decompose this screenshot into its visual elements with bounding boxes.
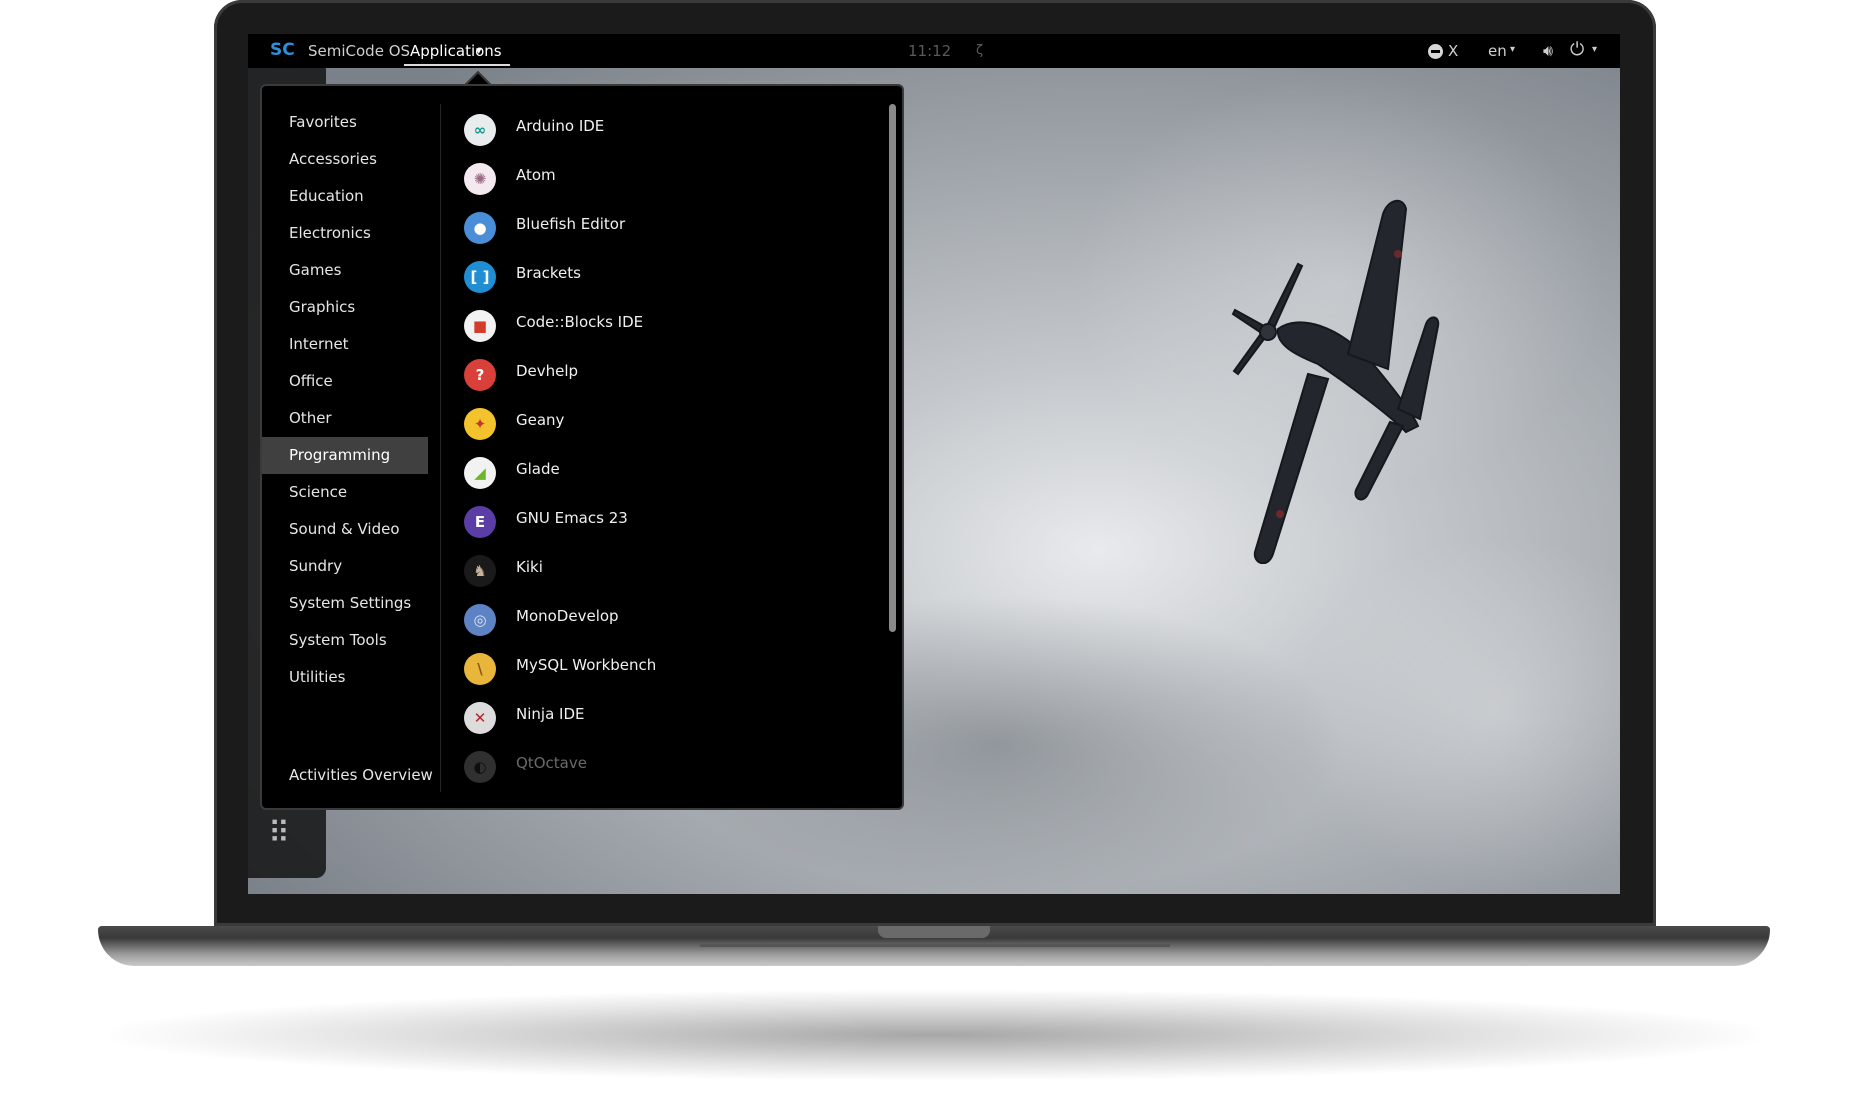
category-office[interactable]: Office <box>262 363 428 400</box>
devhelp-icon: ? <box>464 359 496 391</box>
activities-overview-button[interactable]: Activities Overview <box>289 766 433 784</box>
app-item-devhelp[interactable]: ? Devhelp <box>458 353 868 402</box>
os-name-label: SemiCode OS <box>308 42 411 60</box>
do-not-disturb-icon[interactable] <box>1428 44 1443 59</box>
codeblocks-icon: ■ <box>464 310 496 342</box>
menu-divider <box>440 104 441 792</box>
category-list: Favorites Accessories Education Electronics… <box>262 104 428 696</box>
app-label: Geany <box>516 411 565 429</box>
applications-menu: Favorites Accessories Education Electronics… <box>260 84 904 810</box>
airplane-wallpaper-image <box>1231 199 1440 564</box>
category-favorites[interactable]: Favorites <box>262 104 428 141</box>
chevron-down-icon: ▾ <box>476 44 482 57</box>
keyboard-language-indicator[interactable]: en <box>1488 42 1507 60</box>
atom-icon: ✺ <box>464 163 496 195</box>
app-item-ninja-ide[interactable]: ✕ Ninja IDE <box>458 696 868 745</box>
app-item-glade[interactable]: ◢ Glade <box>458 451 868 500</box>
category-internet[interactable]: Internet <box>262 326 428 363</box>
app-item-bluefish-editor[interactable]: ● Bluefish Editor <box>458 206 868 255</box>
category-accessories[interactable]: Accessories <box>262 141 428 178</box>
category-education[interactable]: Education <box>262 178 428 215</box>
app-label: Devhelp <box>516 362 579 380</box>
bluefish-icon: ● <box>464 212 496 244</box>
brackets-icon: [ ] <box>464 261 496 293</box>
category-other[interactable]: Other <box>262 400 428 437</box>
monodevelop-icon: ◎ <box>464 604 496 636</box>
show-apps-grid-icon[interactable]: ⠿ <box>268 819 298 856</box>
laptop-base-line <box>700 944 1170 947</box>
chevron-down-icon: ▾ <box>1510 44 1516 55</box>
tray-x-indicator[interactable]: X <box>1448 42 1458 60</box>
category-electronics[interactable]: Electronics <box>262 215 428 252</box>
applications-active-underline <box>404 64 510 66</box>
category-graphics[interactable]: Graphics <box>262 289 428 326</box>
glade-icon: ◢ <box>464 457 496 489</box>
category-science[interactable]: Science <box>262 474 428 511</box>
app-label: Glade <box>516 460 560 478</box>
app-label: MonoDevelop <box>516 607 619 625</box>
scrollbar-thumb[interactable] <box>889 104 896 632</box>
desktop-screen: ⠿ SC SemiCode OS Applications ▾ 11:12 ζ … <box>248 34 1620 894</box>
app-item-atom[interactable]: ✺ Atom <box>458 157 868 206</box>
ninja-ide-icon: ✕ <box>464 702 496 734</box>
app-list-scrollbar[interactable] <box>889 104 897 794</box>
app-item-mysql-workbench[interactable]: \ MySQL Workbench <box>458 647 868 696</box>
app-item-geany[interactable]: ✦ Geany <box>458 402 868 451</box>
arduino-icon: ∞ <box>464 114 496 146</box>
app-item-arduino-ide[interactable]: ∞ Arduino IDE <box>458 108 868 157</box>
category-sound-video[interactable]: Sound & Video <box>262 511 428 548</box>
app-label: Code::Blocks IDE <box>516 313 644 331</box>
app-label: Brackets <box>516 264 581 282</box>
laptop-base-notch <box>878 926 990 938</box>
applications-menu-button[interactable]: Applications <box>410 42 502 60</box>
category-utilities[interactable]: Utilities <box>262 659 428 696</box>
category-system-tools[interactable]: System Tools <box>262 622 428 659</box>
power-icon[interactable]: ⏻ <box>1570 39 1584 60</box>
top-bar: SC SemiCode OS Applications ▾ 11:12 ζ X … <box>248 34 1620 68</box>
app-item-gnu-emacs-23[interactable]: E GNU Emacs 23 <box>458 500 868 549</box>
mysql-workbench-icon: \ <box>464 653 496 685</box>
app-item-code-blocks-ide[interactable]: ■ Code::Blocks IDE <box>458 304 868 353</box>
clock[interactable]: 11:12 <box>908 42 951 60</box>
app-label: MySQL Workbench <box>516 656 657 674</box>
app-label: QtOctave <box>516 754 587 772</box>
emacs-icon: E <box>464 506 496 538</box>
app-label: Atom <box>516 166 556 184</box>
app-label: Ninja IDE <box>516 705 585 723</box>
qtoctave-icon: ◐ <box>464 751 496 783</box>
volume-icon[interactable]: 🔊︎ <box>1543 41 1553 61</box>
application-list: ∞ Arduino IDE ✺ Atom ● Bluefish Editor [ ] Brac… <box>458 108 868 798</box>
wallpaper-cloud <box>1298 534 1620 894</box>
app-label: Bluefish Editor <box>516 215 626 233</box>
category-system-settings[interactable]: System Settings <box>262 585 428 622</box>
chevron-down-icon: ▾ <box>1592 44 1598 55</box>
app-label: Kiki <box>516 558 543 576</box>
app-item-kiki[interactable]: ♞ Kiki <box>458 549 868 598</box>
category-programming[interactable]: Programming <box>262 437 428 474</box>
geany-icon: ✦ <box>464 408 496 440</box>
app-item-brackets[interactable]: [ ] Brackets <box>458 255 868 304</box>
kiki-icon: ♞ <box>464 555 496 587</box>
app-item-qtoctave[interactable]: ◐ QtOctave <box>458 745 868 794</box>
category-sundry[interactable]: Sundry <box>262 548 428 585</box>
app-label: Arduino IDE <box>516 117 605 135</box>
semicode-logo-icon[interactable]: SC <box>270 40 295 62</box>
app-label: GNU Emacs 23 <box>516 509 628 527</box>
category-games[interactable]: Games <box>262 252 428 289</box>
laptop-shadow <box>110 990 1760 1080</box>
app-item-monodevelop[interactable]: ◎ MonoDevelop <box>458 598 868 647</box>
alarm-icon: ζ <box>976 43 984 58</box>
